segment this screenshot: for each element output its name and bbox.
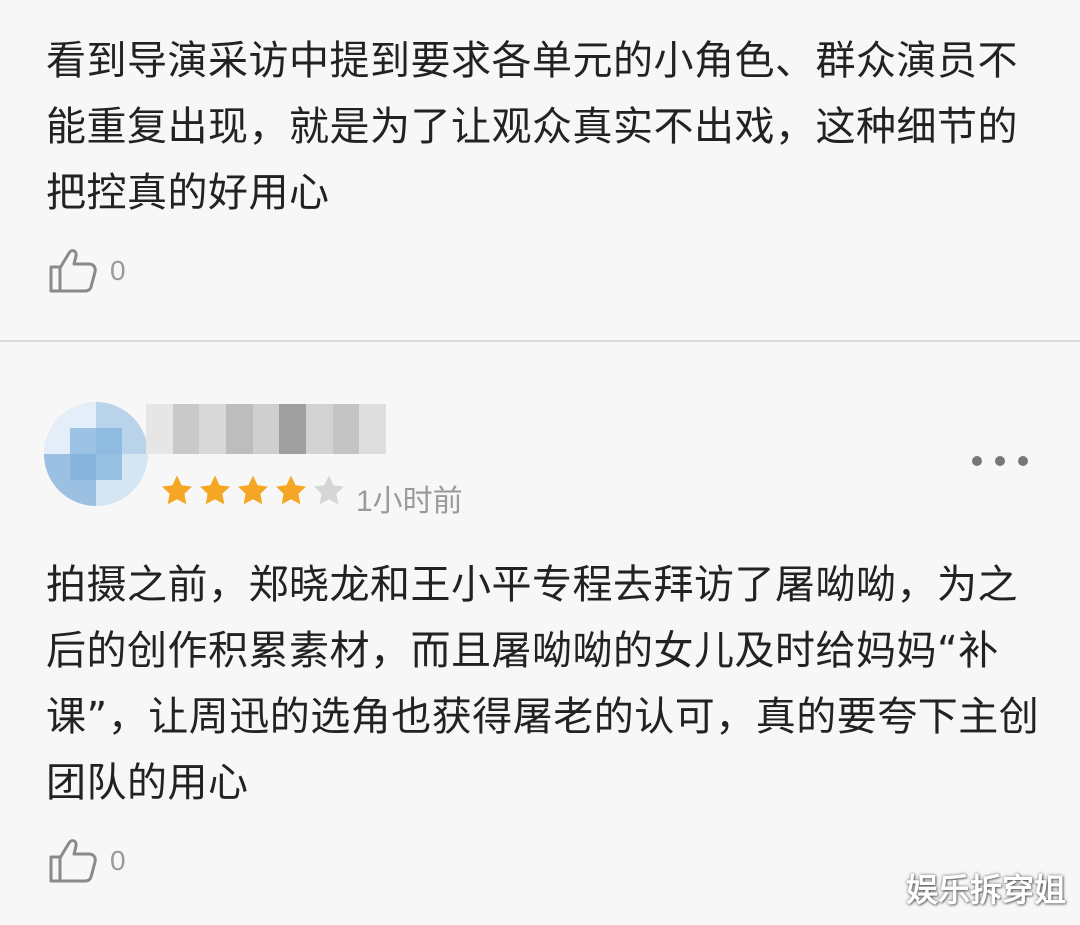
avatar[interactable] <box>44 402 148 506</box>
thumbs-up-icon <box>48 247 98 295</box>
star-empty-icon <box>314 475 344 505</box>
comment-2-like-button[interactable]: 0 <box>48 838 126 884</box>
comment-1-text: 看到导演采访中提到要求各单元的小角色、群众演员不能重复出现，就是为了让观众真实不… <box>46 38 1018 216</box>
divider <box>0 340 1080 342</box>
more-dots-icon <box>972 456 1028 466</box>
like-count: 0 <box>110 255 126 286</box>
watermark: 娱乐拆穿姐 <box>905 871 1066 909</box>
more-options-button[interactable] <box>972 448 1028 474</box>
star-filled-icon <box>276 475 306 505</box>
like-count: 0 <box>110 845 126 876</box>
star-filled-icon <box>162 475 192 505</box>
timestamp: 1小时前 <box>356 485 463 518</box>
star-filled-icon <box>238 475 268 505</box>
comment-2-text: 拍摄之前，郑晓龙和王小平专程去拜访了屠呦呦，为之后的创作积累素材，而且屠呦呦的女… <box>46 562 1040 806</box>
username-blurred[interactable] <box>146 404 387 454</box>
thumbs-up-icon <box>48 837 98 885</box>
rating-stars <box>160 474 346 506</box>
star-filled-icon <box>200 475 230 505</box>
comment-1-like-button[interactable]: 0 <box>48 248 126 294</box>
